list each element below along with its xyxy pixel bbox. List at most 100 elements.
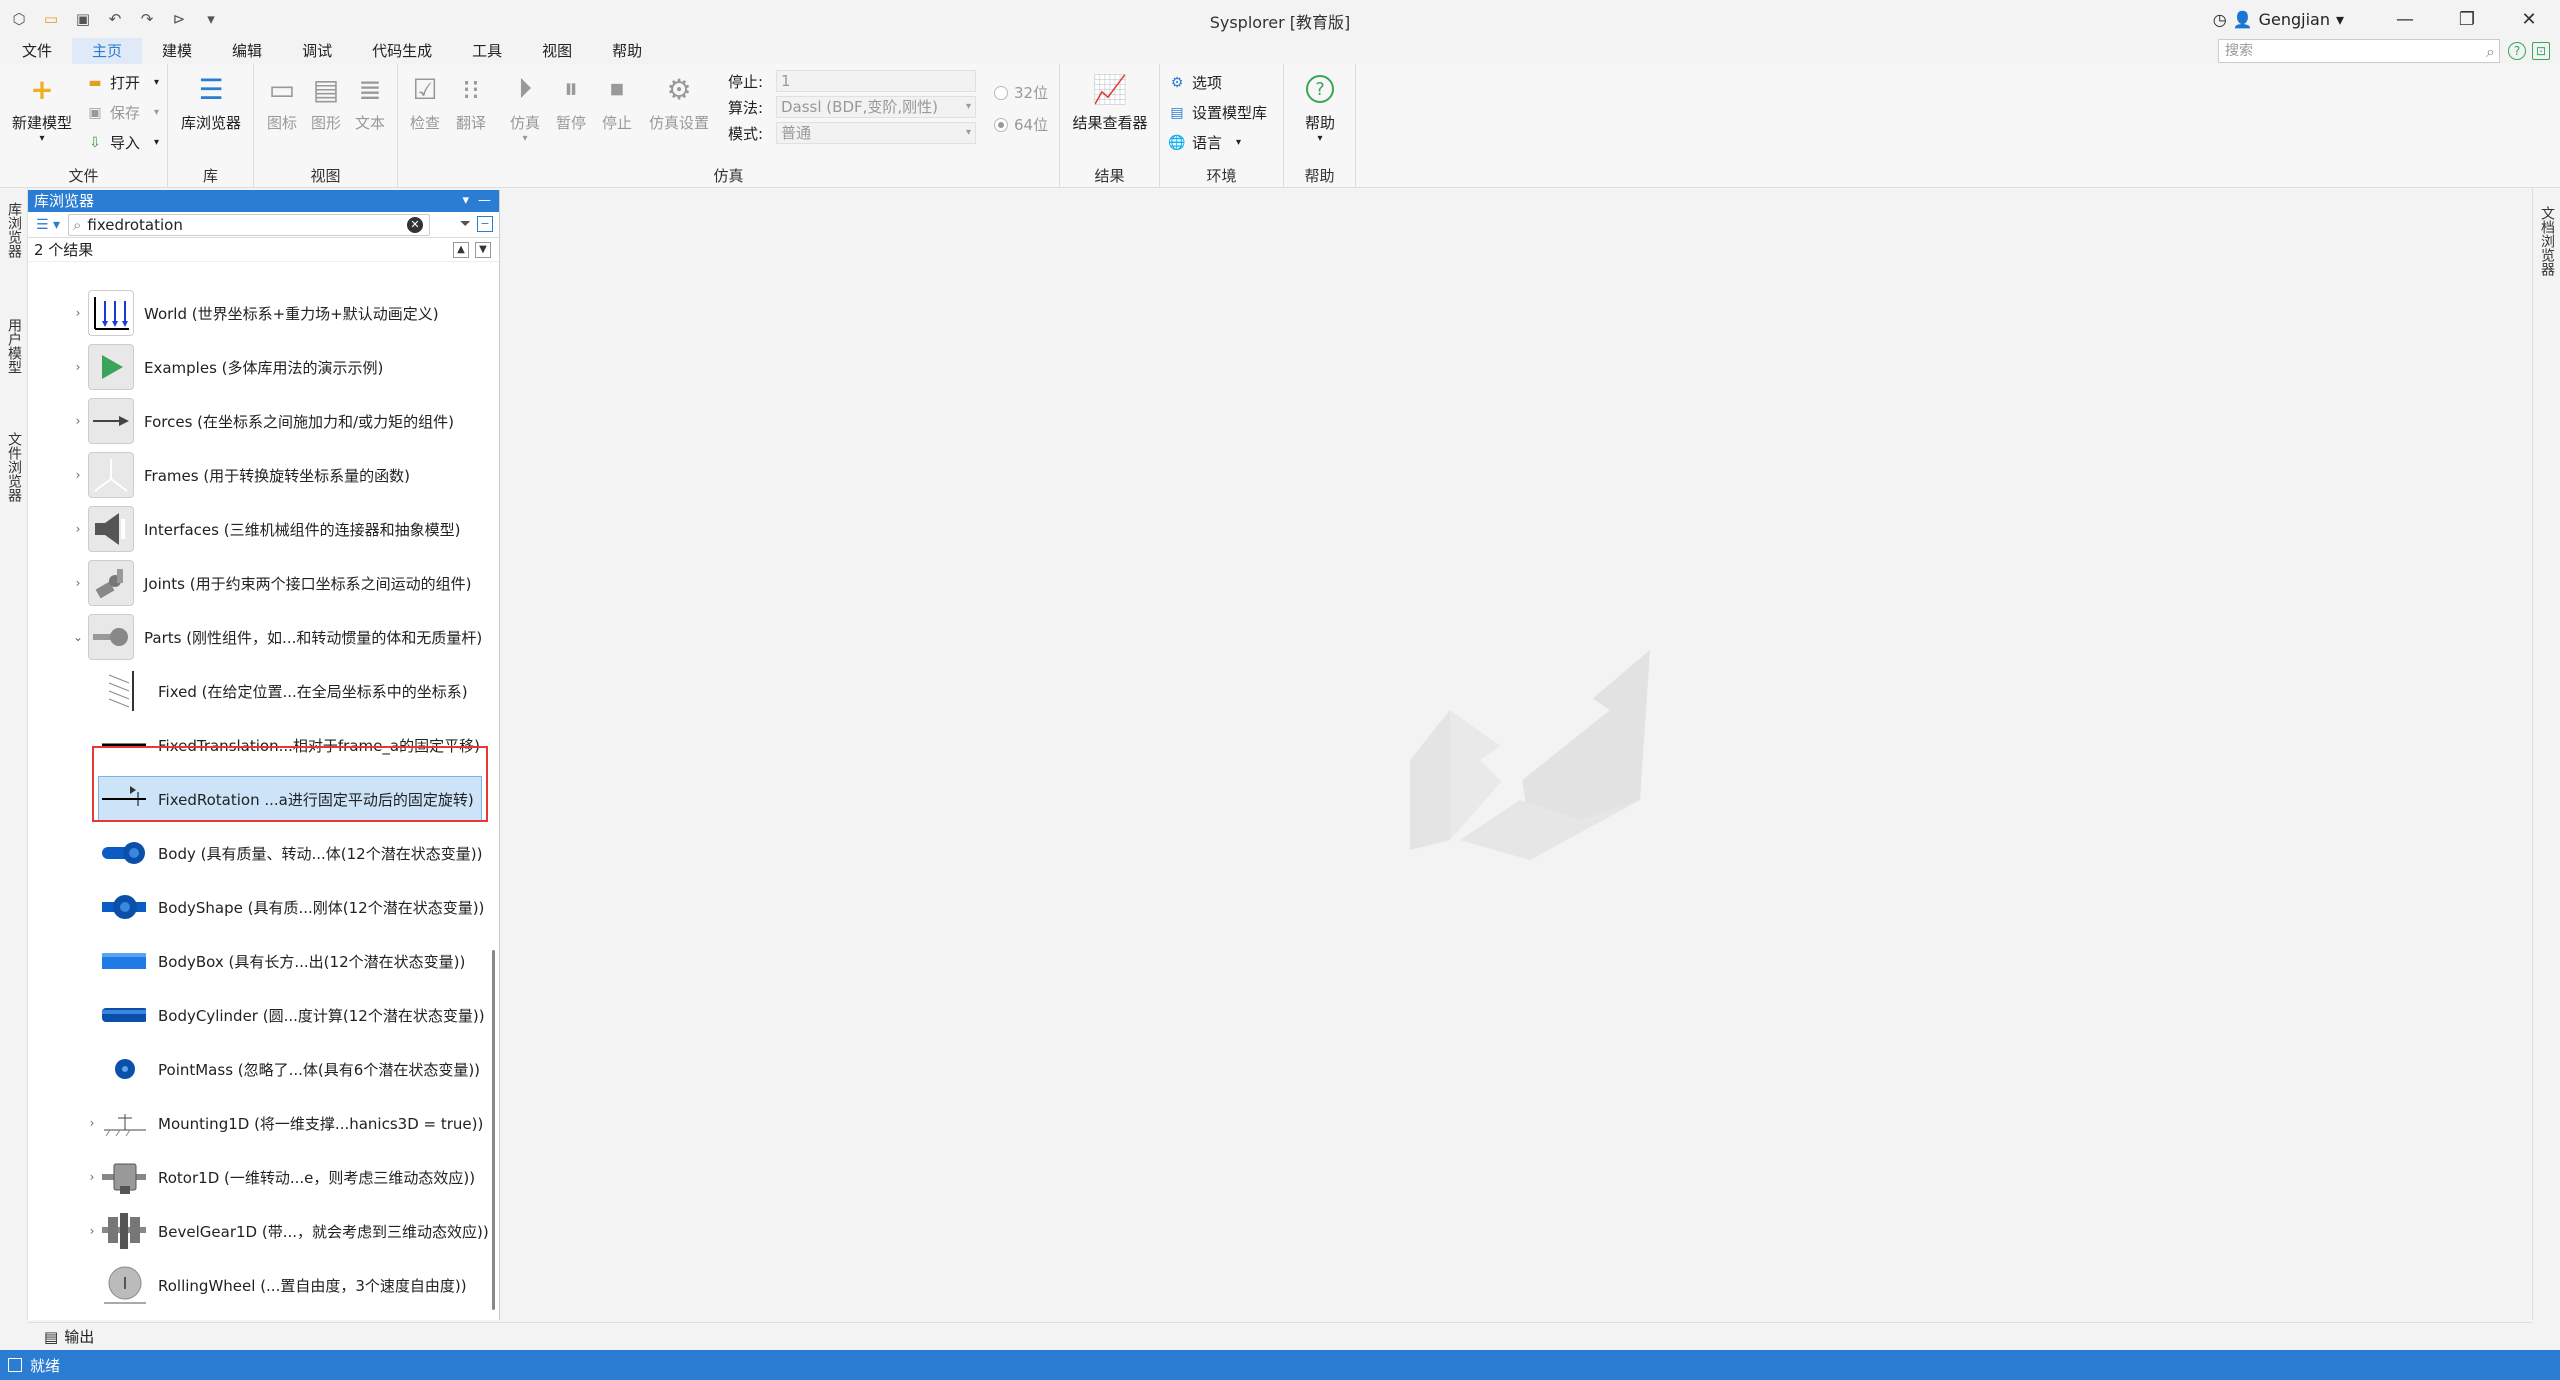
open-folder-icon[interactable]: ▭ <box>40 8 62 30</box>
tree-item-fixed[interactable]: Fixed (在给定位置...在全局坐标系中的坐标系) <box>28 664 494 718</box>
tree-item-rolling-wheel[interactable]: RollingWheel (...置自由度，3个速度自由度)) <box>28 1258 494 1312</box>
tree-item-body[interactable]: Body (具有质量、转动...体(12个潜在状态变量)) <box>28 826 494 880</box>
stop-button[interactable]: ⏹ 停止 <box>594 72 640 133</box>
search-icon[interactable]: ⌕ <box>2486 41 2495 63</box>
menu-view[interactable]: 视图 <box>522 38 592 64</box>
menu-home[interactable]: 主页 <box>72 38 143 64</box>
diagram-view-button[interactable]: ▤ 图形 <box>304 72 348 133</box>
tree-item-body-shape[interactable]: BodyShape (具有质...刚体(12个潜在状态变量)) <box>28 880 494 934</box>
clear-search-icon[interactable]: ✕ <box>407 216 423 233</box>
new-model-label: 新建模型 <box>11 114 72 132</box>
tree-item-body-cylinder[interactable]: BodyCylinder (圆...度计算(12个潜在状态变量)) <box>28 988 494 1042</box>
panel-menu-icon[interactable]: ▾ <box>462 190 469 212</box>
undo-icon[interactable]: ↶ <box>104 8 126 30</box>
text-view-icon: ≣ <box>358 72 382 106</box>
close-button[interactable]: ✕ <box>2498 0 2560 38</box>
menu-edit[interactable]: 编辑 <box>212 38 282 64</box>
body-icon <box>100 830 146 876</box>
run-icon[interactable]: ⊳ <box>168 8 190 30</box>
check-button[interactable]: ☑ 检查 <box>402 72 448 133</box>
tab-user-models[interactable]: 用户模型 <box>2 318 26 398</box>
tab-file-browser[interactable]: 文件浏览器 <box>2 432 26 532</box>
text-view-button[interactable]: ≣ 文本 <box>348 72 392 133</box>
output-panel-tab[interactable]: ▤ 输出 <box>28 1322 2532 1350</box>
new-model-button[interactable]: + 新建模型 ▾ <box>6 72 78 145</box>
menu-codegen[interactable]: 代码生成 <box>352 38 452 64</box>
tree-item-mounting1d[interactable]: › Mounting1D (将一维支撑...hanics3D = true)) <box>28 1096 494 1150</box>
open-button[interactable]: ▬ 打开 ▾ <box>86 72 159 93</box>
save-icon[interactable]: ▣ <box>72 8 94 30</box>
tree-item-rotor1d[interactable]: › Rotor1D (一维转动...e，则考虑三维动态效应)) <box>28 1150 494 1204</box>
menu-debug[interactable]: 调试 <box>282 38 352 64</box>
tab-library-browser[interactable]: 库浏览器 <box>2 202 26 284</box>
tree-item-forces[interactable]: › Forces (在坐标系之间施加力和/或力矩的组件) <box>28 394 494 448</box>
tree-scrollbar[interactable] <box>492 950 495 1310</box>
result-viewer-button[interactable]: 📈 结果查看器 <box>1068 72 1152 133</box>
tree-item-label: BodyBox (具有长方...出(12个潜在状态变量)) <box>158 952 466 971</box>
mode-select[interactable]: 普通 ▾ <box>776 122 976 144</box>
radio-32bit-label: 32位 <box>1014 84 1049 102</box>
tree-item-joints[interactable]: › Joints (用于约束两个接口坐标系之间运动的组件) <box>28 556 494 610</box>
view-mode-button[interactable]: ☰ ▾ <box>28 214 68 236</box>
tree-item-point-mass[interactable]: PointMass (忽略了...体(具有6个潜在状态变量)) <box>28 1042 494 1096</box>
chevron-right-icon[interactable]: › <box>72 306 84 320</box>
tree-item-frames[interactable]: › Frames (用于转换旋转坐标系量的函数) <box>28 448 494 502</box>
save-button[interactable]: ▣ 保存 ▾ <box>86 102 159 123</box>
chevron-right-icon[interactable]: › <box>86 1170 98 1184</box>
tree-item-body-box[interactable]: BodyBox (具有长方...出(12个潜在状态变量)) <box>28 934 494 988</box>
help-button[interactable]: ? 帮助 ▾ <box>1290 72 1350 144</box>
chevron-right-icon[interactable]: › <box>72 522 84 536</box>
sim-settings-button[interactable]: ⚙ 仿真设置 <box>642 72 716 133</box>
translate-button[interactable]: ⁝⁝ 翻译 <box>448 72 494 133</box>
prev-result-icon[interactable]: ▲ <box>453 242 469 258</box>
minimize-button[interactable]: — <box>2374 0 2436 38</box>
tree-item-examples[interactable]: › Examples (多体库用法的演示示例) <box>28 340 494 394</box>
chevron-right-icon[interactable]: › <box>72 468 84 482</box>
tree-item-interfaces[interactable]: › Interfaces (三维机械组件的连接器和抽象模型) <box>28 502 494 556</box>
menu-modeling[interactable]: 建模 <box>142 38 212 64</box>
set-model-library-button[interactable]: ▤ 设置模型库 <box>1168 102 1267 123</box>
next-result-icon[interactable]: ▼ <box>475 242 491 258</box>
restore-button[interactable]: ❐ <box>2436 0 2498 38</box>
menu-file[interactable]: 文件 <box>0 38 72 64</box>
menu-help[interactable]: 帮助 <box>592 38 662 64</box>
tree-item-world[interactable]: › World (世界坐标系+重力场+默认动画定义) <box>28 286 494 340</box>
library-search-input[interactable]: ⌕ fixedrotation ✕ <box>68 213 430 236</box>
global-search-input[interactable]: 搜索 ⌕ <box>2218 39 2500 63</box>
tree-item-parts[interactable]: ⌄ Parts (刚性组件，如...和转动惯量的体和无质量杆) <box>28 610 494 664</box>
pause-button[interactable]: ⏸ 暂停 <box>548 72 594 133</box>
simulate-button[interactable]: ⏵ 仿真 ▾ <box>502 72 548 144</box>
chevron-right-icon[interactable]: › <box>72 360 84 374</box>
algorithm-select[interactable]: Dassl (BDF,变阶,刚性) ▾ <box>776 96 976 118</box>
chevron-right-icon[interactable]: › <box>86 1116 98 1130</box>
icon-view-button[interactable]: ▭ 图标 <box>260 72 304 133</box>
language-button[interactable]: 🌐 语言 ▾ <box>1168 132 1241 153</box>
stop-time-label: 停止: <box>728 72 764 91</box>
tab-document-browser[interactable]: 文档浏览器 <box>2535 206 2559 316</box>
radio-64bit[interactable]: 64位 <box>994 114 1048 135</box>
radio-circle <box>994 85 1008 100</box>
chevron-right-icon[interactable]: › <box>72 576 84 590</box>
icon-view-icon: ▭ <box>268 72 296 106</box>
chevron-right-icon[interactable]: › <box>86 1224 98 1238</box>
redo-icon[interactable]: ↷ <box>136 8 158 30</box>
import-button[interactable]: ⇩ 导入 ▾ <box>86 132 159 153</box>
quick-access-dropdown-icon[interactable]: ▾ <box>200 8 222 30</box>
tree-item-bevelgear1d[interactable]: › BevelGear1D (带...，就会考虑到三维动态效应)) <box>28 1204 494 1258</box>
collapse-all-icon[interactable]: − <box>477 216 493 232</box>
help-circle-icon[interactable]: ? <box>2508 42 2526 60</box>
user-menu[interactable]: ◷ 👤 Gengjian ▾ <box>2213 10 2344 29</box>
result-viewer-label: 结果查看器 <box>1072 114 1148 132</box>
menu-tools[interactable]: 工具 <box>452 38 522 64</box>
library-browser-button[interactable]: ☰ 库浏览器 <box>176 72 246 133</box>
stop-time-input[interactable]: 1 <box>776 70 976 92</box>
editor-area <box>500 190 2532 1320</box>
chevron-down-icon[interactable]: ⌄ <box>72 630 84 644</box>
options-button[interactable]: ⚙ 选项 <box>1168 72 1222 93</box>
feedback-icon[interactable]: ⊡ <box>2532 42 2550 60</box>
panel-minimize-icon[interactable]: — <box>478 190 491 212</box>
filter-icon[interactable]: ⏷ <box>460 216 471 232</box>
radio-32bit[interactable]: 32位 <box>994 82 1048 103</box>
chevron-down-icon: ▾ <box>1236 137 1242 148</box>
chevron-right-icon[interactable]: › <box>72 414 84 428</box>
